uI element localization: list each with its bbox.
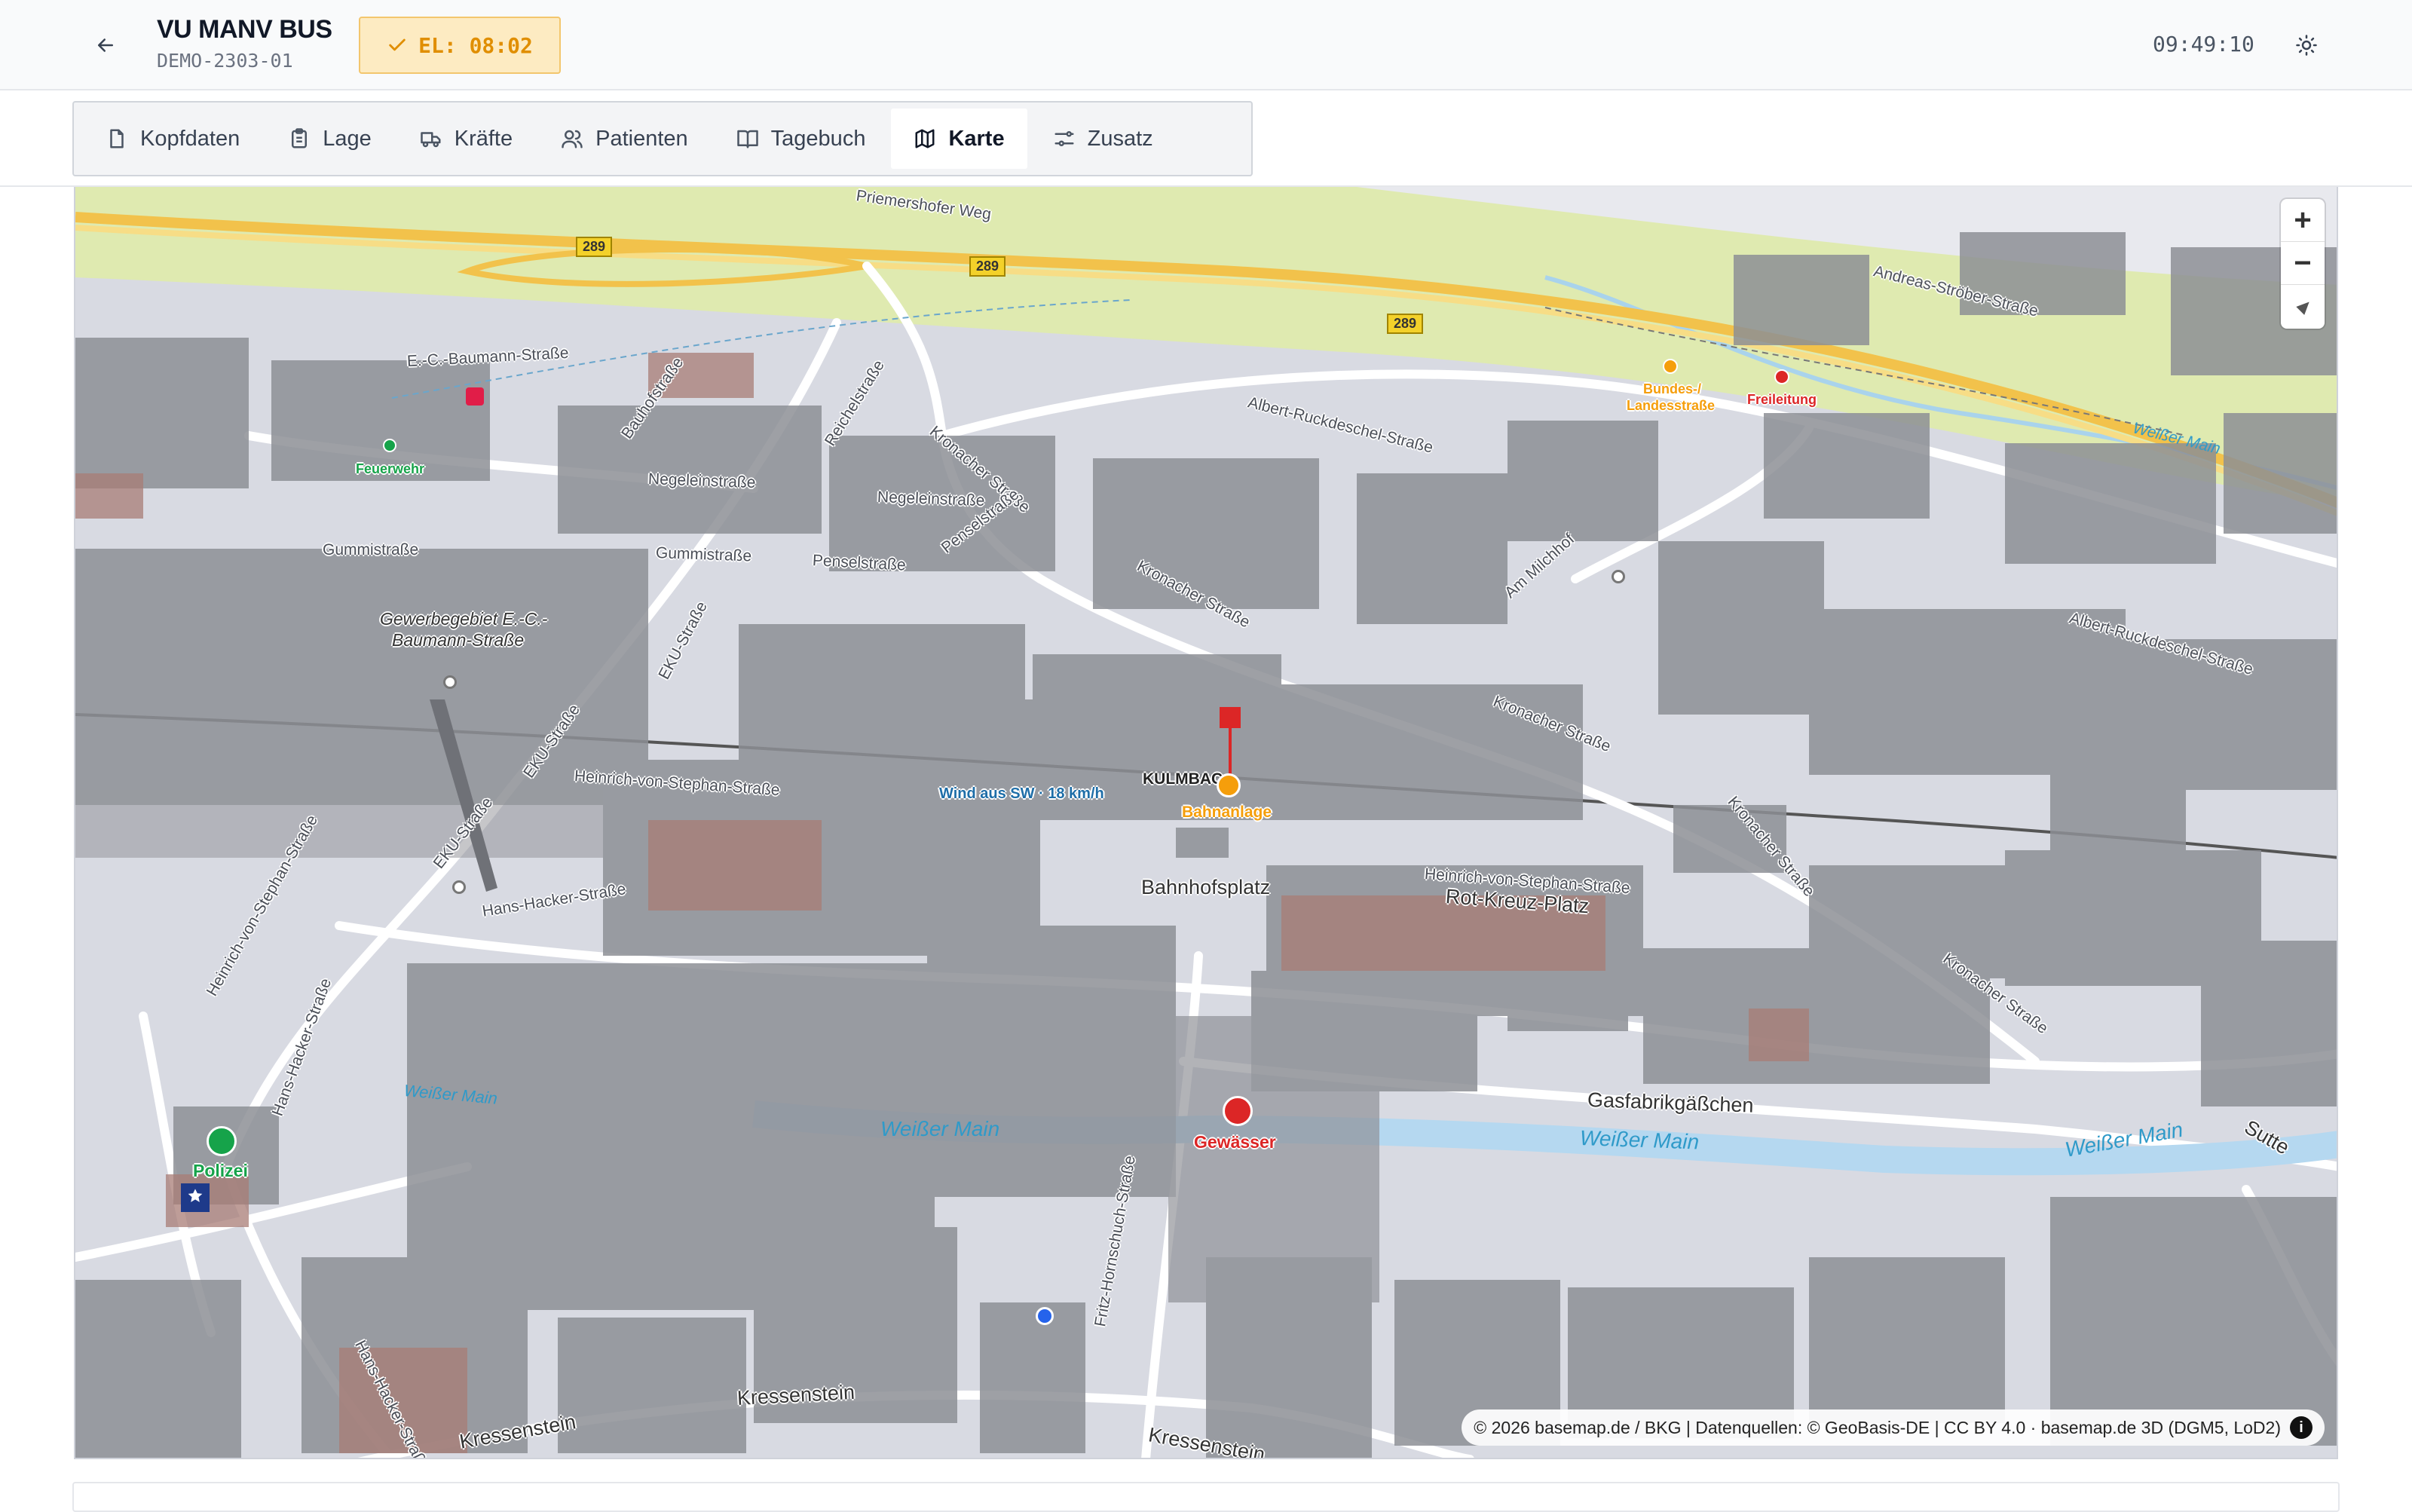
tab-kraefte[interactable]: Kräfte bbox=[397, 109, 535, 169]
back-button[interactable] bbox=[84, 27, 127, 63]
fire-station-icon[interactable] bbox=[466, 387, 484, 406]
point-marker[interactable] bbox=[443, 675, 457, 689]
incident-id: DEMO-2303-01 bbox=[157, 50, 293, 72]
truck-icon bbox=[421, 132, 441, 148]
book-open-icon bbox=[736, 130, 758, 148]
bundes-label: Bundes-/ bbox=[1643, 381, 1702, 396]
incident-pin-icon[interactable] bbox=[1220, 707, 1241, 728]
el-status-text: EL: 08:02 bbox=[418, 32, 533, 58]
bundes-label: Landesstraße bbox=[1627, 398, 1716, 413]
attribution-text: © 2026 basemap.de / BKG | Datenquellen: … bbox=[1474, 1417, 2281, 1437]
street-label: Gummistraße bbox=[655, 544, 752, 565]
sun-icon bbox=[2296, 35, 2317, 56]
street-label: Gummistraße bbox=[323, 541, 419, 559]
blue-point-icon[interactable] bbox=[1036, 1307, 1054, 1325]
gewaesser-marker[interactable] bbox=[1223, 1096, 1253, 1126]
tab-label: Tagebuch bbox=[770, 126, 866, 151]
feuerwehr-label: Feuerwehr bbox=[356, 461, 425, 476]
clipboard-icon bbox=[292, 128, 308, 148]
tab-label: Zusatz bbox=[1087, 126, 1153, 151]
tab-lage[interactable]: Lage bbox=[265, 109, 394, 169]
water-label: Weißer Main bbox=[880, 1117, 1000, 1140]
road-shield: 289 bbox=[969, 256, 1006, 277]
point-marker[interactable] bbox=[452, 880, 466, 894]
area-label: Baumann-Straße bbox=[392, 630, 525, 650]
wind-label: Wind aus SW · 18 km/h bbox=[939, 785, 1104, 802]
tab-kopfdaten[interactable]: Kopfdaten bbox=[83, 109, 262, 169]
gewaesser-label: Gewässer bbox=[1194, 1132, 1276, 1152]
police-icon[interactable] bbox=[181, 1183, 210, 1212]
zoom-out-button[interactable]: − bbox=[2281, 242, 2325, 285]
area-label: KULMBAC bbox=[1143, 770, 1223, 788]
map-canvas[interactable] bbox=[75, 187, 2338, 1459]
compass-icon bbox=[2296, 301, 2309, 315]
road-shield: 289 bbox=[1387, 314, 1424, 334]
users-icon bbox=[562, 130, 583, 148]
tab-label: Karte bbox=[948, 126, 1005, 151]
road-shield: 289 bbox=[576, 237, 613, 257]
tab-label: Kopfdaten bbox=[140, 126, 240, 151]
street-label: Negeleinstraße bbox=[877, 488, 985, 510]
street-label: Negeleinstraße bbox=[647, 470, 756, 491]
sliders-icon bbox=[1054, 131, 1074, 146]
file-icon bbox=[110, 129, 124, 148]
app-header: VU MANV BUS DEMO-2303-01 EL: 08:02 09:49… bbox=[0, 0, 2412, 90]
el-status-badge[interactable]: EL: 08:02 bbox=[359, 17, 561, 74]
tab-zusatz[interactable]: Zusatz bbox=[1030, 109, 1176, 169]
polizei-marker[interactable] bbox=[207, 1126, 237, 1156]
clock: 09:49:10 bbox=[2153, 32, 2254, 57]
area-label: Gewerbegebiet E.-C.- bbox=[380, 609, 548, 629]
point-marker[interactable] bbox=[1612, 570, 1625, 583]
feuerwehr-marker[interactable] bbox=[383, 439, 396, 452]
tab-bar: Kopfdaten Lage Kräfte Patienten Tagebuch… bbox=[72, 101, 1253, 176]
bundes-marker[interactable] bbox=[1663, 359, 1678, 374]
tab-label: Lage bbox=[323, 126, 372, 151]
freileitung-marker[interactable] bbox=[1774, 369, 1789, 384]
freileitung-label: Freileitung bbox=[1747, 392, 1817, 407]
theme-toggle-button[interactable] bbox=[2288, 27, 2325, 63]
map-view[interactable]: 289 289 289 Priemershofer Weg E.-C.-Baum… bbox=[74, 187, 2338, 1459]
bahnanlage-marker[interactable] bbox=[1217, 773, 1241, 797]
tab-label: Kräfte bbox=[454, 126, 513, 151]
info-icon[interactable]: i bbox=[2290, 1416, 2313, 1439]
water-label: Weißer Main bbox=[1579, 1126, 1700, 1154]
map-attribution: © 2026 basemap.de / BKG | Datenquellen: … bbox=[1462, 1409, 2325, 1446]
tab-tagebuch[interactable]: Tagebuch bbox=[714, 109, 889, 169]
tab-patienten[interactable]: Patienten bbox=[538, 109, 711, 169]
map-icon bbox=[915, 129, 935, 148]
content-card bbox=[72, 1482, 2340, 1512]
tab-label: Patienten bbox=[595, 126, 688, 151]
arrow-left-icon bbox=[98, 38, 113, 52]
map-controls: + − bbox=[2281, 199, 2325, 329]
zoom-in-button[interactable]: + bbox=[2281, 199, 2325, 242]
street-label: Bahnhofsplatz bbox=[1141, 876, 1271, 898]
check-icon bbox=[389, 38, 406, 51]
incident-title: VU MANV BUS bbox=[157, 15, 332, 44]
polizei-label: Polizei bbox=[193, 1161, 248, 1180]
bahnanlage-label: Bahnanlage bbox=[1182, 803, 1272, 821]
tab-karte[interactable]: Karte bbox=[891, 109, 1027, 169]
compass-button[interactable] bbox=[2281, 285, 2325, 328]
